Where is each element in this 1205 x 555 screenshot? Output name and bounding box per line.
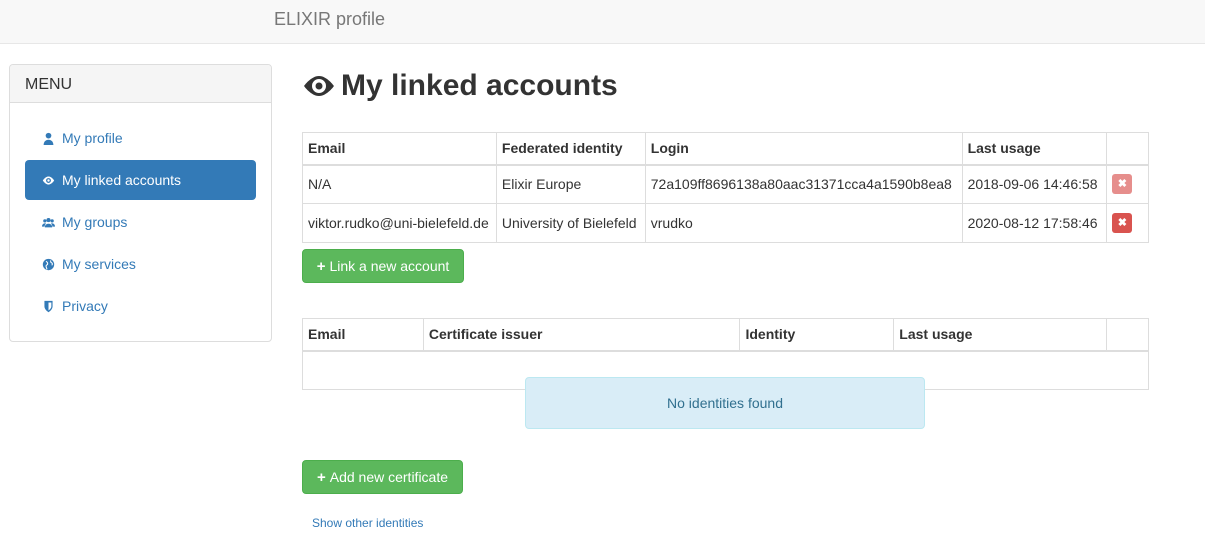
column-header-actions [1106, 132, 1149, 166]
close-icon: ✖ [1117, 216, 1127, 229]
eye-icon [42, 175, 55, 185]
add-new-certificate-button[interactable]: + Add new certificate [302, 460, 463, 494]
sidebar-item-privacy[interactable]: Privacy [25, 286, 256, 326]
menu-panel: MENU My profile My linked accounts My gr… [9, 64, 272, 342]
cell-actions: ✖ [1106, 203, 1149, 243]
column-header-email: Email [302, 132, 497, 166]
sidebar-item-my-groups[interactable]: My groups [25, 202, 256, 242]
users-icon [42, 217, 55, 227]
globe-icon [42, 258, 55, 270]
column-header-login: Login [644, 132, 963, 166]
column-header-email: Email [302, 318, 424, 352]
empty-cell: No identities found [302, 350, 1149, 429]
column-header-actions [1106, 318, 1149, 352]
plus-icon: + [316, 257, 326, 275]
column-header-last-usage: Last usage [893, 318, 1108, 352]
cell-identity: University of Bielefeld [495, 203, 646, 243]
show-other-identities-link[interactable]: Show other identities [312, 516, 423, 530]
sidebar-item-label: My profile [62, 130, 123, 146]
sidebar-item-label: Privacy [62, 298, 108, 314]
column-header-certificate-issuer: Certificate issuer [422, 318, 741, 352]
plus-icon: + [316, 468, 326, 486]
user-icon [43, 132, 54, 145]
table-header-row: Email Certificate issuer Identity Last u… [302, 318, 1149, 352]
delete-account-button[interactable]: ✖ [1112, 213, 1133, 233]
link-new-account-button[interactable]: + Link a new account [302, 249, 464, 283]
table-row: No identities found [302, 350, 1149, 429]
page-title: My linked accounts [303, 67, 618, 105]
brand-title[interactable]: ELIXIR profile [274, 9, 385, 29]
eye-icon [304, 76, 334, 96]
cell-last-usage: 2018-09-06 14:46:58 [961, 164, 1108, 204]
sidebar-item-label: My groups [62, 214, 128, 230]
shield-icon [44, 300, 53, 312]
no-identities-alert: No identities found [525, 376, 925, 429]
sidebar-item-my-services[interactable]: My services [25, 244, 256, 284]
cell-actions: ✖ [1106, 164, 1149, 204]
column-header-last-usage: Last usage [961, 132, 1108, 166]
button-label: Link a new account [329, 258, 450, 274]
table-header-row: Email Federated identity Login Last usag… [302, 132, 1149, 166]
sidebar-item-my-linked-accounts[interactable]: My linked accounts [25, 160, 256, 200]
top-navbar: ELIXIR profile [0, 0, 1205, 44]
sidebar-item-my-profile[interactable]: My profile [25, 118, 256, 158]
table-row: N/A Elixir Europe 72a109ff8696138a80aac3… [302, 164, 1149, 204]
cell-email: N/A [302, 164, 497, 204]
cell-email: viktor.rudko@uni-bielefeld.de [302, 203, 497, 243]
cell-identity: Elixir Europe [495, 164, 646, 204]
page-title-text: My linked accounts [341, 69, 618, 102]
column-header-identity: Identity [739, 318, 895, 352]
linked-accounts-table: Email Federated identity Login Last usag… [302, 132, 1149, 243]
button-label: Add new certificate [329, 469, 449, 485]
close-icon: ✖ [1117, 177, 1127, 190]
column-header-federated-identity: Federated identity [495, 132, 646, 166]
sidebar-item-label: My linked accounts [62, 172, 182, 188]
delete-account-button[interactable]: ✖ [1112, 174, 1133, 195]
certificates-table: Email Certificate issuer Identity Last u… [302, 318, 1149, 429]
sidebar-item-label: My services [62, 256, 136, 272]
cell-login: vrudko [644, 203, 963, 243]
table-row: viktor.rudko@uni-bielefeld.de University… [302, 203, 1149, 243]
cell-last-usage: 2020-08-12 17:58:46 [961, 203, 1108, 243]
cell-login: 72a109ff8696138a80aac31371cca4a1590b8ea8 [644, 164, 963, 204]
menu-heading: MENU [10, 65, 271, 103]
